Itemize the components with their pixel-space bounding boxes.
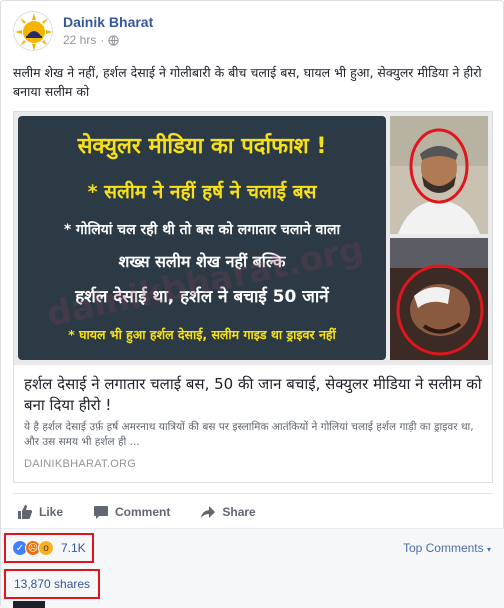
top-comments-label: Top Comments xyxy=(402,541,484,555)
link-preview-card[interactable]: सेक्युलर मीडिया का पर्दाफाश ! * सलीम ने … xyxy=(13,111,493,483)
reaction-summary[interactable]: ✓ ☹ o 7.1K xyxy=(4,533,94,563)
top-comments-dropdown[interactable]: Top Comments ▾ xyxy=(403,541,491,555)
post-actions: Like Comment Share xyxy=(13,493,493,525)
shares-count: 13,870 shares xyxy=(14,577,91,591)
post-meta: 22 hrs · xyxy=(63,33,119,47)
page-name-link[interactable]: Dainik Bharat xyxy=(63,14,153,30)
post-caption: सलीम शेख ने नहीं, हर्शल देसाई ने गोलीबार… xyxy=(13,65,482,99)
injured-man-photo xyxy=(390,238,488,360)
wow-reaction-icon: o xyxy=(38,540,54,556)
facebook-post-card: Dainik Bharat 22 hrs · सलीम शेख ने नहीं,… xyxy=(0,0,504,608)
reactions-bar: ✓ ☹ o 7.1K Top Comments ▾ xyxy=(1,528,504,566)
post-header: Dainik Bharat 22 hrs · xyxy=(13,11,493,55)
page-avatar[interactable] xyxy=(13,11,53,51)
share-button[interactable]: Share xyxy=(200,504,256,520)
link-domain: DAINIKBHARAT.ORG xyxy=(24,458,137,470)
banner-title: सेक्युलर मीडिया का पर्दाफाश ! xyxy=(77,134,327,159)
share-arrow-icon xyxy=(201,505,216,518)
thumbs-up-icon xyxy=(18,504,32,519)
sun-logo-icon xyxy=(15,13,52,50)
man-cap-photo xyxy=(390,116,488,234)
globe-icon xyxy=(108,34,119,46)
meta-separator: · xyxy=(100,33,105,47)
banner-line-1: * सलीम ने नहीं हर्ष ने चलाई बस xyxy=(87,181,317,203)
comment-avatar-stub xyxy=(13,601,45,608)
reaction-count[interactable]: 7.1K xyxy=(61,541,86,555)
comment-label: Comment xyxy=(115,504,171,519)
comment-bubble-icon xyxy=(94,505,109,519)
like-button[interactable]: Like xyxy=(17,504,63,520)
link-preview-image[interactable]: सेक्युलर मीडिया का पर्दाफाश ! * सलीम ने … xyxy=(14,112,492,365)
shares-bar: 13,870 shares xyxy=(1,566,504,608)
like-label: Like xyxy=(39,504,64,519)
post-timestamp[interactable]: 22 hrs xyxy=(63,33,96,47)
shares-count-link[interactable]: 13,870 shares xyxy=(4,569,101,599)
link-text-block[interactable]: हर्शल देसाई ने लगातार चलाई बस, 50 की जान… xyxy=(24,374,484,470)
share-label: Share xyxy=(222,504,256,519)
comment-button[interactable]: Comment xyxy=(93,504,170,520)
link-title[interactable]: हर्शल देसाई ने लगातार चलाई बस, 50 की जान… xyxy=(24,374,484,416)
link-description: ये है हर्शल देसाई उर्फ़ हर्ष अमरनाथ यात्… xyxy=(24,421,474,448)
chevron-down-icon: ▾ xyxy=(486,545,491,554)
